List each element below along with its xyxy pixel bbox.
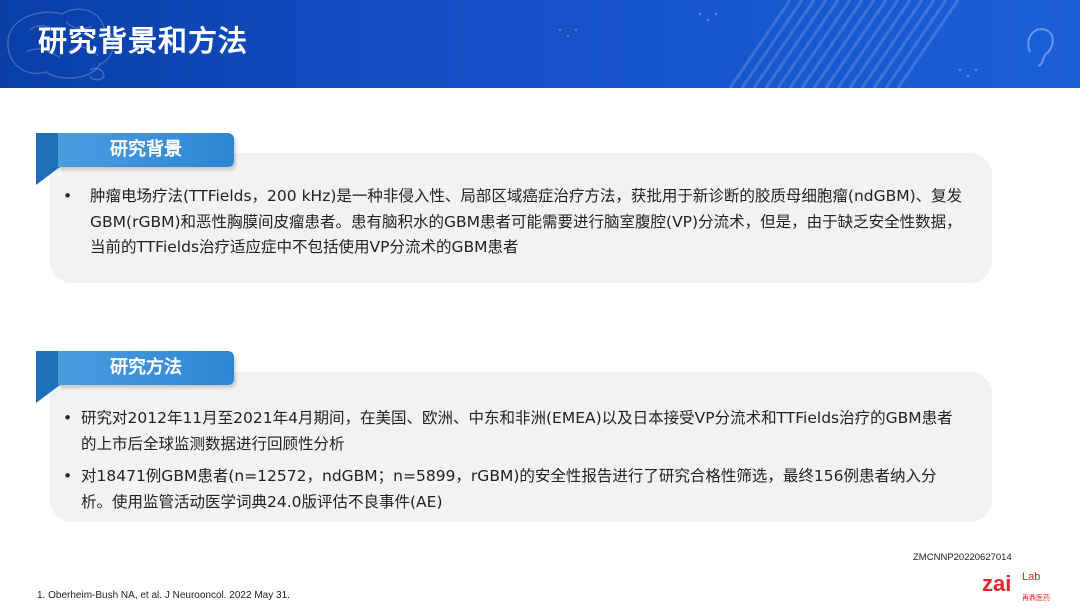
bullet-marker: • (63, 467, 73, 485)
header-banner: 研究背景和方法 (0, 0, 1080, 88)
page-title: 研究背景和方法 (38, 24, 249, 58)
document-code: ZMCNNP20220627014 (913, 552, 1012, 563)
bullet-text: 研究对2012年11月至2021年4月期间，在美国、欧洲、中东和非洲(EMEA)… (81, 409, 953, 453)
section-tab-background: 研究背景 (58, 133, 234, 167)
logo-main-text: zai (982, 571, 1011, 596)
bullet-marker: • (63, 187, 73, 205)
bullet-item: • 研究对2012年11月至2021年4月期间，在美国、欧洲、中东和非洲(EME… (63, 406, 963, 457)
zai-lab-logo: zai Lab 再鼎医药 (982, 571, 1050, 602)
tab-fold-methods (36, 351, 60, 403)
bullet-text: 肿瘤电场疗法(TTFields，200 kHz)是一种非侵入性、局部区域癌症治疗… (90, 187, 963, 256)
bullet-item: • 肿瘤电场疗法(TTFields，200 kHz)是一种非侵入性、局部区域癌症… (63, 184, 963, 261)
logo-sup-text: Lab (1022, 571, 1040, 583)
section-tab-methods: 研究方法 (58, 351, 234, 385)
bullet-marker: • (63, 409, 73, 427)
tab-fold-background (36, 133, 60, 185)
footnote-reference: 1. Oberheim-Bush NA, et al. J Neurooncol… (37, 590, 290, 601)
logo-sub-text: 再鼎医药 (1022, 593, 1050, 602)
bullet-text: 对18471例GBM患者(n=12572，ndGBM；n=5899，rGBM)的… (81, 467, 937, 511)
bullet-item: • 对18471例GBM患者(n=12572，ndGBM；n=5899，rGBM… (63, 464, 963, 515)
